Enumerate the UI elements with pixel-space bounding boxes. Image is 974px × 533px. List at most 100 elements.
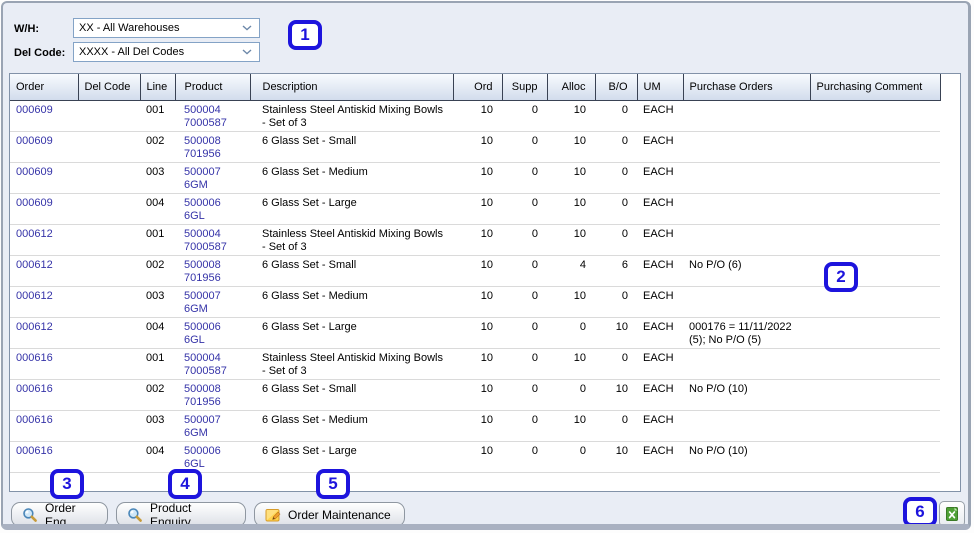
product-enquiry-button[interactable]: Product Enquiry (116, 500, 246, 529)
search-icon (23, 507, 37, 522)
cell-del_code (78, 410, 140, 442)
table-row: 000612 001 500004 7000587 Stainless Steel An… (10, 224, 960, 256)
column-header-bo[interactable]: B/O (595, 74, 638, 101)
cell-del_code (78, 100, 140, 132)
column-header-alloc[interactable]: Alloc (547, 74, 596, 101)
table-row: 000616 002 500008 701956 6 Glass Set - Small… (10, 379, 960, 411)
cell-filler (940, 380, 960, 411)
cell-po (683, 131, 810, 163)
cell-alloc: 10 (547, 410, 595, 442)
cell-ord: 10 (453, 317, 502, 349)
column-header-supp[interactable]: Supp (502, 74, 548, 101)
cell-bo: 0 (595, 131, 637, 163)
cell-product[interactable]: 500006 6GL (175, 441, 250, 473)
column-header-order[interactable]: Order (10, 74, 79, 101)
column-header-comment[interactable]: Purchasing Comment (810, 74, 941, 101)
cell-line: 002 (140, 131, 175, 163)
orders-table: Order Del Code Line Product Description Ord Su… (9, 73, 961, 492)
cell-order[interactable]: 000616 (10, 441, 78, 473)
cell-product[interactable]: 500006 6GL (175, 193, 250, 225)
table-row: 000616 004 500006 6GL 6 Glass Set - Large 10 0… (10, 441, 960, 473)
cell-line: 004 (140, 441, 175, 473)
cell-ord: 10 (453, 410, 502, 442)
del-code-select[interactable]: XXXX - All Del Codes (73, 42, 260, 62)
cell-filler (940, 225, 960, 256)
cell-po (683, 348, 810, 380)
cell-ord: 10 (453, 348, 502, 380)
column-header-filler (940, 74, 960, 101)
cell-order[interactable]: 000612 (10, 317, 78, 349)
cell-del_code (78, 162, 140, 194)
cell-filler (940, 101, 960, 132)
cell-product[interactable]: 500007 6GM (175, 286, 250, 318)
table-row: 000612 003 500007 6GM 6 Glass Set - Medium 10… (10, 286, 960, 318)
cell-alloc: 10 (547, 131, 595, 163)
cell-ord: 10 (453, 379, 502, 411)
table-row: 000609 002 500008 701956 6 Glass Set - Small… (10, 131, 960, 163)
cell-alloc: 0 (547, 441, 595, 473)
cell-ord: 10 (453, 255, 502, 287)
cell-product[interactable]: 500008 701956 (175, 379, 250, 411)
table-row: 000609 004 500006 6GL 6 Glass Set - Large 10 0… (10, 193, 960, 225)
cell-bo: 0 (595, 410, 637, 442)
cell-filler (940, 194, 960, 225)
cell-bo: 0 (595, 286, 637, 318)
cell-order[interactable]: 000616 (10, 410, 78, 442)
table-header-row: Order Del Code Line Product Description Ord Su… (10, 74, 960, 101)
cell-order[interactable]: 000609 (10, 131, 78, 163)
cell-alloc: 0 (547, 379, 595, 411)
cell-description: 6 Glass Set - Medium (250, 410, 453, 442)
cell-product[interactable]: 500006 6GL (175, 317, 250, 349)
order-enq-button[interactable]: Order Enq (11, 501, 108, 524)
table-row: 000609 003 500007 6GM 6 Glass Set - Medium 10… (10, 162, 960, 194)
column-header-description[interactable]: Description (250, 74, 454, 101)
cell-order[interactable]: 000612 (10, 255, 78, 287)
column-header-ord[interactable]: Ord (453, 74, 503, 101)
cell-ord: 10 (453, 100, 502, 132)
cell-product[interactable]: 500004 7000587 (175, 100, 250, 132)
cell-filler (940, 132, 960, 163)
cell-bo: 0 (595, 162, 637, 194)
order-maintenance-button[interactable]: Order Maintenance (254, 502, 405, 524)
cell-order[interactable]: 000612 (10, 224, 78, 256)
cell-filler (940, 256, 960, 287)
cell-order[interactable]: 000609 (10, 162, 78, 194)
cell-alloc: 10 (547, 286, 595, 318)
cell-um: EACH (637, 131, 683, 163)
product-enquiry-button-label: Product Enquiry (150, 500, 192, 529)
cell-um: EACH (637, 348, 683, 380)
cell-description: 6 Glass Set - Small (250, 131, 453, 163)
cell-filler (940, 349, 960, 380)
warehouse-select[interactable]: XX - All Warehouses (73, 18, 260, 38)
cell-product[interactable]: 500004 7000587 (175, 348, 250, 380)
cell-comment (810, 410, 940, 442)
cell-filler (940, 163, 960, 194)
column-header-line[interactable]: Line (140, 74, 176, 101)
column-header-del_code[interactable]: Del Code (78, 74, 141, 101)
cell-supp: 0 (502, 286, 547, 318)
chevron-down-icon (242, 25, 252, 31)
column-header-po[interactable]: Purchase Orders (683, 74, 811, 101)
cell-product[interactable]: 500008 701956 (175, 255, 250, 287)
cell-del_code (78, 317, 140, 349)
search-icon (128, 507, 142, 522)
column-header-product[interactable]: Product (175, 74, 251, 101)
cell-del_code (78, 348, 140, 380)
cell-ord: 10 (453, 224, 502, 256)
excel-export-button[interactable] (939, 501, 965, 524)
column-header-um[interactable]: UM (637, 74, 684, 101)
cell-product[interactable]: 500007 6GM (175, 410, 250, 442)
excel-icon (946, 507, 958, 521)
cell-order[interactable]: 000609 (10, 193, 78, 225)
cell-alloc: 10 (547, 100, 595, 132)
cell-product[interactable]: 500008 701956 (175, 131, 250, 163)
cell-line: 003 (140, 286, 175, 318)
cell-product[interactable]: 500004 7000587 (175, 224, 250, 256)
cell-bo: 10 (595, 317, 637, 349)
cell-order[interactable]: 000616 (10, 348, 78, 380)
cell-order[interactable]: 000616 (10, 379, 78, 411)
cell-product[interactable]: 500007 6GM (175, 162, 250, 194)
cell-order[interactable]: 000609 (10, 100, 78, 132)
cell-order[interactable]: 000612 (10, 286, 78, 318)
cell-del_code (78, 255, 140, 287)
